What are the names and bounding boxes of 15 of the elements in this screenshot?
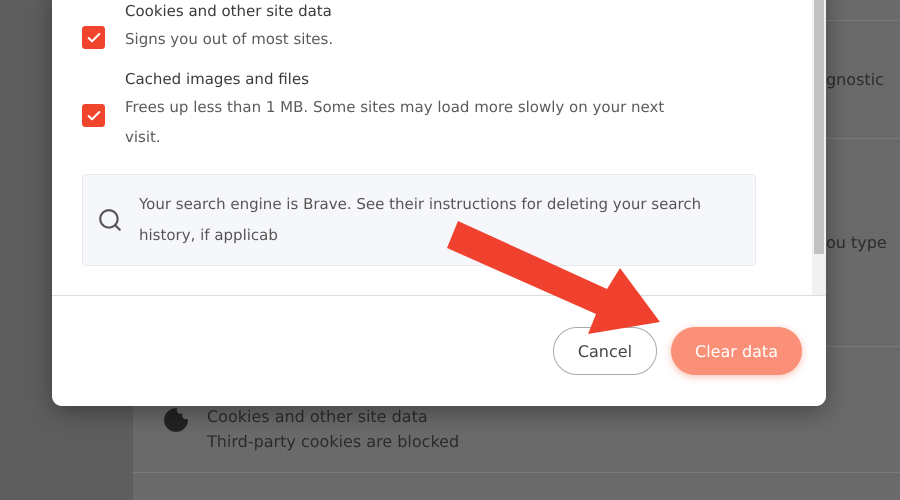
option-description: Frees up less than 1 MB. Some sites may load more slowly on your next visit. bbox=[125, 97, 666, 148]
checkbox[interactable] bbox=[82, 26, 105, 49]
checkbox[interactable] bbox=[82, 104, 105, 127]
setting-text: gnostic bbox=[826, 70, 884, 90]
option-title: Cookies and other site data bbox=[125, 2, 333, 20]
cookie-icon bbox=[163, 406, 189, 432]
setting-title: Cookies and other site data bbox=[207, 406, 429, 426]
scrollbar[interactable] bbox=[812, 0, 826, 295]
cancel-button[interactable]: Cancel bbox=[552, 327, 658, 375]
setting-text: ou type bbox=[826, 232, 887, 252]
option-description: Signs you out of most sites. bbox=[125, 29, 334, 50]
notice-text: Your search engine is Brave. See their instructions for deleting your search history, if applicab bbox=[139, 194, 702, 246]
option-title: Cached images and files bbox=[125, 70, 310, 88]
setting-subtitle: Third-party cookies are blocked bbox=[207, 432, 460, 450]
search-icon bbox=[97, 207, 123, 233]
